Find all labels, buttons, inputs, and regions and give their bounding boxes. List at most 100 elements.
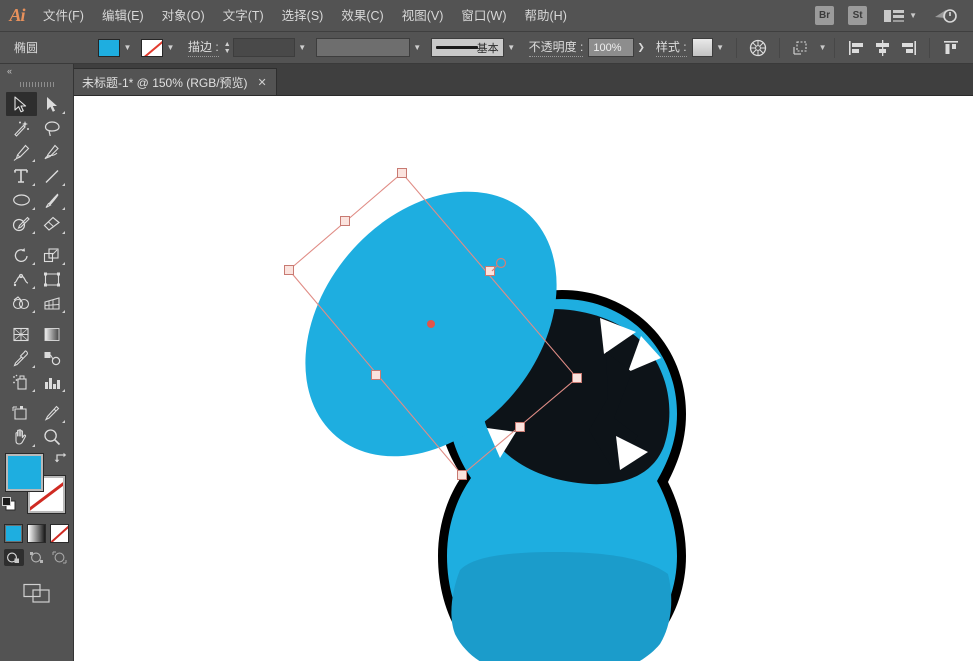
pen-tool[interactable] [6,140,37,164]
hand-tool[interactable] [6,425,37,449]
zoom-tool[interactable] [37,425,68,449]
distribute-button[interactable] [938,35,964,61]
change-screen-mode-button[interactable] [0,582,73,604]
draw-normal-button[interactable] [3,549,24,566]
gradient-tool[interactable] [37,322,68,346]
width-tool[interactable] [6,267,37,291]
bbox-handle-top-right-mid[interactable] [485,266,495,276]
graphic-style-swatch[interactable] [691,38,713,57]
artboard-canvas[interactable] [74,96,973,661]
ellipse-tool[interactable] [6,188,37,212]
transform-center-point[interactable] [427,320,435,328]
bbox-handle-left[interactable] [284,265,294,275]
stroke-profile-preview[interactable]: 基本 [430,38,504,57]
magic-wand-tool[interactable] [6,116,37,140]
menu-object[interactable]: 对象(O) [153,0,214,32]
stock-button[interactable]: St [848,6,868,25]
mesh-icon [13,327,29,341]
bbox-handle-bottom-left-mid[interactable] [371,370,381,380]
lasso-icon [44,120,60,136]
stroke-profile-chevron-icon[interactable]: ▼ [504,38,519,58]
none-mode-button[interactable] [50,524,69,543]
menu-bar-right-cluster: Br St ▼ [808,0,973,32]
tool-flyout-indicator [62,310,65,313]
menu-select[interactable]: 选择(S) [273,0,333,32]
shape-builder-tool[interactable] [6,291,37,315]
scale-tool[interactable] [37,243,68,267]
bbox-handle-top[interactable] [397,168,407,178]
variable-width-chevron-icon[interactable]: ▼ [410,38,425,58]
perspective-grid-tool[interactable] [37,291,68,315]
gradient-mode-button[interactable] [27,524,46,543]
close-icon[interactable]: ✕ [258,76,267,89]
fill-color-swatch[interactable] [4,453,44,492]
transform-button[interactable] [788,35,814,61]
column-graph-tool[interactable] [37,370,68,394]
menu-help[interactable]: 帮助(H) [516,0,576,32]
swap-fill-stroke-icon[interactable] [53,451,69,465]
align-right-button[interactable] [895,35,921,61]
selection-arrow-icon [14,95,27,112]
default-fill-stroke-icon[interactable] [1,497,17,512]
toolbar-drag-grip[interactable] [0,78,73,90]
menu-type[interactable]: 文字(T) [214,0,273,32]
illustrator-window: Ai 文件(F) 编辑(E) 对象(O) 文字(T) 选择(S) 效果(C) 视… [0,0,973,661]
draw-inside-button[interactable] [50,549,70,566]
align-left-button[interactable] [843,35,869,61]
artboard-tool[interactable] [6,401,37,425]
fill-swatch[interactable] [98,38,120,57]
mesh-tool[interactable] [6,322,37,346]
bbox-handle-top-left-mid[interactable] [340,216,350,226]
variable-width-profile-input[interactable] [315,38,410,57]
distribute-icon [943,40,958,54]
blend-tool[interactable] [37,346,68,370]
bbox-handle-bottom[interactable] [457,470,467,480]
style-chevron-icon[interactable]: ▼ [713,38,728,58]
bridge-button[interactable]: Br [815,6,835,25]
free-transform-tool[interactable] [37,267,68,291]
collapse-panel-button[interactable]: « [0,64,73,78]
menu-view[interactable]: 视图(V) [393,0,453,32]
lasso-tool[interactable] [37,116,68,140]
search-help-button[interactable] [933,6,959,26]
eyedropper-tool[interactable] [6,346,37,370]
menu-edit[interactable]: 编辑(E) [93,0,153,32]
tool-flyout-indicator [31,231,35,234]
bbox-handle-right[interactable] [572,373,582,383]
shaper-pencil-tool[interactable] [6,212,37,236]
stroke-weight-stepper[interactable]: ▲ ▼ [222,38,233,58]
stroke-weight-input[interactable] [232,38,295,57]
rotate-tool[interactable] [6,243,37,267]
draw-behind-button[interactable] [27,549,47,566]
menu-window[interactable]: 窗口(W) [452,0,515,32]
eraser-tool[interactable] [37,212,68,236]
color-mode-button[interactable] [4,524,23,543]
document-tab[interactable]: 未标题-1* @ 150% (RGB/预览) ✕ [70,68,277,95]
bbox-handle-bottom-right-mid[interactable] [515,422,525,432]
tool-flyout-indicator [62,420,65,423]
stroke-dropdown-chevron-icon[interactable]: ▼ [163,38,178,58]
direct-selection-tool[interactable] [37,92,68,116]
selection-tool[interactable] [6,92,37,116]
stroke-weight-chevron-icon[interactable]: ▼ [295,38,310,58]
symbol-sprayer-tool[interactable] [6,370,37,394]
opacity-chevron-icon[interactable]: ❯ [634,42,648,53]
drawing-mode-buttons [0,549,73,566]
curvature-tool[interactable] [37,140,68,164]
menu-file[interactable]: 文件(F) [34,0,93,32]
recolor-artwork-button[interactable] [745,35,771,61]
menu-effect[interactable]: 效果(C) [332,0,392,32]
line-segment-tool[interactable] [37,164,68,188]
slice-tool[interactable] [37,401,68,425]
workspace-switcher-button[interactable]: ▼ [884,9,917,23]
paintbrush-tool[interactable] [37,188,68,212]
stroke-swatch-none[interactable] [141,38,163,57]
type-tool[interactable] [6,164,37,188]
fill-dropdown-chevron-icon[interactable]: ▼ [120,38,135,58]
align-horizontal-center-button[interactable] [869,35,895,61]
tool-flyout-indicator [62,183,65,186]
curvature-pen-icon [44,144,60,159]
opacity-input[interactable]: 100% [588,38,635,57]
transform-chevron-icon[interactable]: ▼ [819,43,827,52]
tool-flyout-indicator [62,262,65,265]
